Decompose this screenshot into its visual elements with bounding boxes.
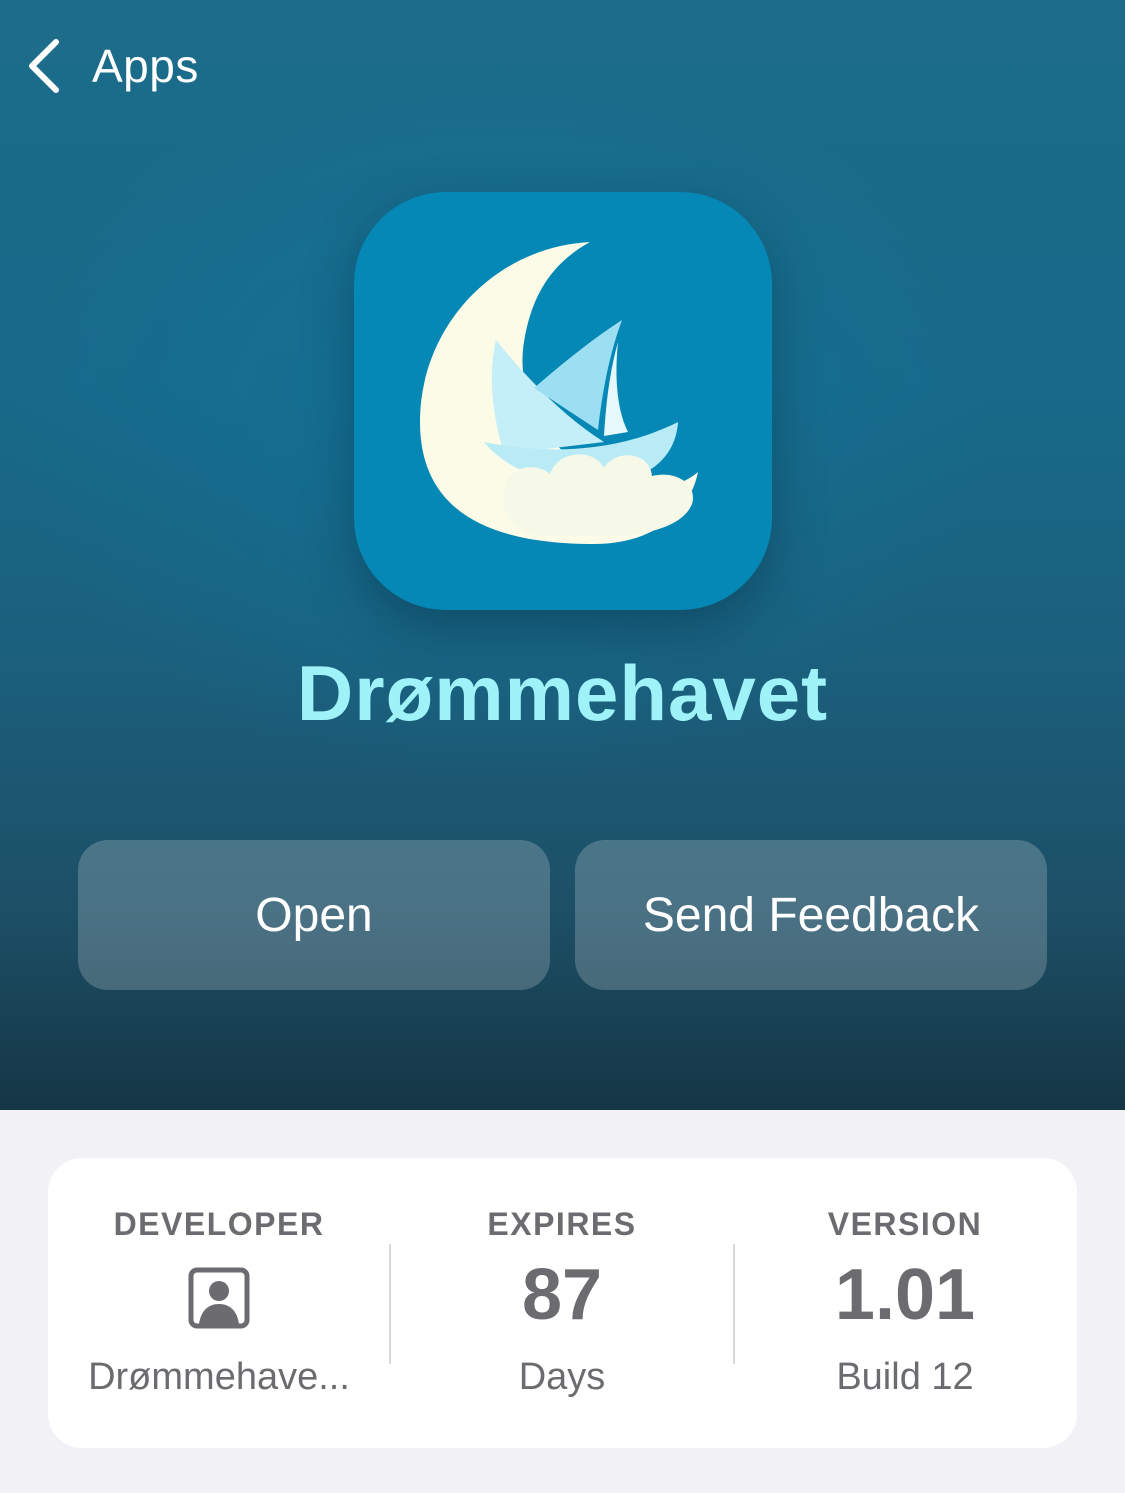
expires-value: 87 (521, 1255, 603, 1335)
developer-header: DEVELOPER (113, 1206, 325, 1242)
app-info-card: DEVELOPER Drømmehave... EXPIRES 87 Days … (48, 1158, 1077, 1448)
expires-unit: Days (518, 1356, 606, 1398)
send-feedback-button[interactable]: Send Feedback (575, 840, 1047, 990)
back-label: Apps (92, 40, 199, 92)
chevron-left-icon (29, 39, 59, 93)
open-button[interactable]: Open (78, 840, 550, 990)
moon-sailboat-app-icon (354, 192, 772, 610)
app-name: Drømmehavet (296, 649, 829, 737)
version-header: VERSION (827, 1206, 983, 1242)
expires-section: EXPIRES 87 Days (391, 1158, 733, 1448)
developer-name: Drømmehave... (88, 1356, 350, 1398)
expires-header: EXPIRES (487, 1206, 637, 1242)
version-section: VERSION 1.01 Build 12 (734, 1158, 1076, 1448)
app-header: Apps Drømmehavet Open Send Feedback (0, 0, 1125, 1110)
build-number: Build 12 (836, 1356, 974, 1398)
version-value: 1.01 (834, 1255, 976, 1335)
person-icon (188, 1267, 250, 1329)
back-button[interactable]: Apps (22, 36, 199, 96)
developer-section[interactable]: DEVELOPER Drømmehave... (48, 1158, 390, 1448)
